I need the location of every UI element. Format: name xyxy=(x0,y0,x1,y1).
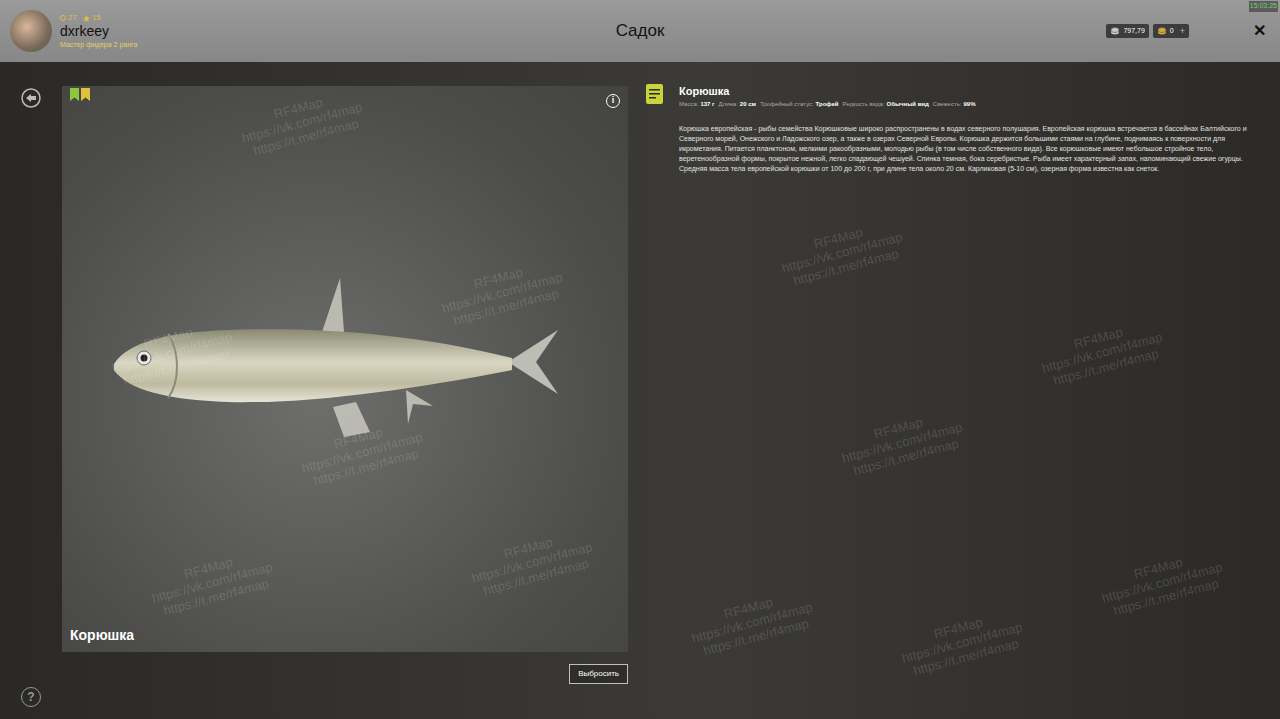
fish-column: i Корюшка Выбросить xyxy=(62,62,628,719)
currency-amount: 797,79 xyxy=(1123,26,1144,37)
player-name: dxrkeey xyxy=(60,23,137,40)
bookmark-badge-icon xyxy=(81,88,90,101)
fish-image xyxy=(108,272,578,452)
discard-button[interactable]: Выбросить xyxy=(569,664,628,684)
watermark: RF4Maphttps://vk.com/rf4maphttps://t.me/… xyxy=(1036,315,1168,391)
watermark: RF4Maphttps://vk.com/rf4maphttps://t.me/… xyxy=(1096,545,1228,621)
watermark: RF4Maphttps://vk.com/rf4maphttps://t.me/… xyxy=(836,405,968,481)
close-button[interactable]: ✕ xyxy=(1253,19,1266,43)
player-info: 27 15dxrkeeyМастер фидера 2 ранга xyxy=(10,10,430,52)
left-gutter: ? xyxy=(0,62,62,719)
top-bar: 27 15dxrkeeyМастер фидера 2 ранга Садок 797… xyxy=(0,0,1280,62)
stat-item: Длина:20 см xyxy=(719,100,756,109)
currency-amount: 0 xyxy=(1170,26,1174,37)
watermark: RF4Maphttps://vk.com/rf4maphttps://t.me/… xyxy=(106,315,238,391)
help-button[interactable]: ? xyxy=(21,687,41,707)
details-title: Корюшка xyxy=(679,84,1253,98)
currency-box: 797,79 xyxy=(1106,24,1148,39)
watermark: RF4Maphttps://vk.com/rf4maphttps://t.me/… xyxy=(896,605,1028,681)
stat-item: Трофейный статус:Трофей xyxy=(760,100,839,109)
game-screen: 27 15dxrkeeyМастер фидера 2 ранга Садок 797… xyxy=(0,0,1280,719)
gold-coin-icon xyxy=(1157,26,1167,36)
silver-coin-icon xyxy=(1110,26,1120,36)
watermark: RF4Maphttps://vk.com/rf4maphttps://t.me/… xyxy=(436,255,568,331)
fish-stats: Масса:137 г Длина:20 см Трофейный статус:Т… xyxy=(679,100,1253,109)
screen-title: Садок xyxy=(616,18,665,44)
badge-row xyxy=(70,88,90,101)
watermark: RF4Maphttps://vk.com/rf4maphttps://t.me/… xyxy=(466,525,598,601)
watermark: RF4Maphttps://vk.com/rf4maphttps://t.me/… xyxy=(776,215,908,291)
watermark: RF4Maphttps://vk.com/rf4maphttps://t.me/… xyxy=(146,545,278,621)
watermark: RF4Maphttps://vk.com/rf4maphttps://t.me/… xyxy=(236,85,368,161)
info-button[interactable]: i xyxy=(606,94,620,108)
star-icon xyxy=(83,15,90,22)
fish-description: Корюшка европейская - рыбы семейства Кор… xyxy=(679,124,1253,174)
player-levels: 27 15 xyxy=(60,13,137,23)
details-panel: Корюшка Масса:137 г Длина:20 см Трофейный с… xyxy=(646,62,1253,719)
bookmark-badge-icon xyxy=(70,88,79,101)
currency-box: 0+ xyxy=(1153,24,1189,39)
stat-item: Редкость вида:Обычный вид xyxy=(843,100,929,109)
note-icon xyxy=(646,84,663,104)
body: ? i Корюшка Выбросить Корюшка Масса:137 г Длин… xyxy=(0,62,1280,719)
back-icon[interactable] xyxy=(21,88,41,108)
player-level: 27 xyxy=(68,13,77,23)
player-rank: Мастер фидера 2 ранга xyxy=(60,40,137,49)
clock: 15:03:25 xyxy=(1249,1,1278,12)
stat-item: Масса:137 г xyxy=(679,100,715,109)
watermark: RF4Maphttps://vk.com/rf4maphttps://t.me/… xyxy=(686,585,818,661)
level-icon xyxy=(60,15,66,21)
stat-item: Свежесть:99% xyxy=(933,100,976,109)
fish-card: i Корюшка xyxy=(62,86,628,652)
player-avatar[interactable] xyxy=(10,10,52,52)
watermark: RF4Maphttps://vk.com/rf4maphttps://t.me/… xyxy=(296,415,428,491)
currency-bar: 797,790+✕ xyxy=(850,19,1270,43)
player-stars: 15 xyxy=(92,13,101,23)
add-button[interactable]: + xyxy=(1180,27,1185,36)
fish-name: Корюшка xyxy=(70,625,134,646)
